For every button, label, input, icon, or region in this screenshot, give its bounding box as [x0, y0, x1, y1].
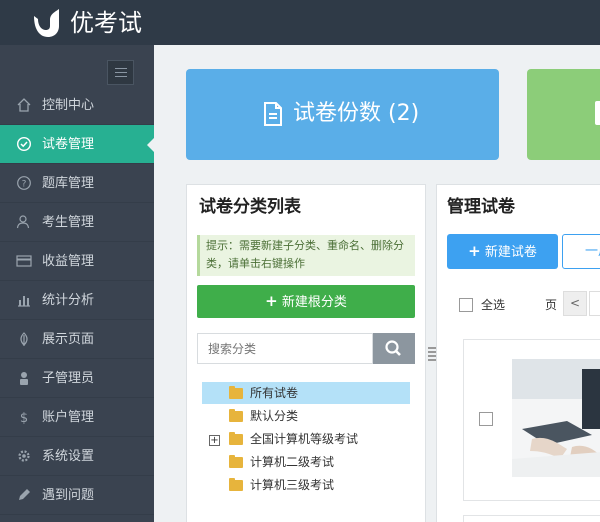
search-icon: [385, 340, 401, 356]
new-root-category-label: 新建根分类: [281, 295, 347, 310]
check-circle-icon: [16, 136, 32, 152]
paper-cover-image: [512, 359, 600, 477]
sidebar-item-label: 试卷管理: [42, 137, 95, 152]
paper-checkbox[interactable]: [479, 412, 493, 426]
leaf-icon: [20, 332, 28, 346]
tree-item-level-3[interactable]: 计算机三级考试: [202, 474, 410, 496]
folder-icon: [229, 386, 243, 399]
sidebar-item-label: 控制中心: [42, 98, 95, 113]
sidebar-item-paper-management[interactable]: 试卷管理: [0, 125, 155, 164]
sidebar-item-question-bank[interactable]: ? 题库管理: [0, 164, 154, 203]
sidebar-item-candidates[interactable]: 考生管理: [0, 203, 154, 242]
manage-panel-title: 管理试卷: [447, 197, 515, 217]
sidebar-item-label: 收益管理: [42, 254, 95, 269]
sidebar-item-settings[interactable]: 系统设置: [0, 437, 154, 476]
panel-resize-handle[interactable]: [428, 347, 436, 361]
paper-card[interactable]: [463, 339, 600, 501]
tree-item-label: 计算机三级考试: [250, 478, 335, 492]
folder-icon: [229, 409, 243, 422]
tree-item-label: 全国计算机等级考试: [250, 432, 359, 446]
page-number-input[interactable]: [589, 291, 600, 316]
tree-item-label: 所有试卷: [250, 386, 299, 400]
tree-item-national-exam[interactable]: 全国计算机等级考试: [202, 428, 410, 450]
sidebar-item-label: 子管理员: [42, 371, 95, 386]
sidebar-item-control-center[interactable]: 控制中心: [0, 86, 154, 125]
question-circle-icon: ?: [17, 176, 31, 190]
sidebar-item-help[interactable]: 遇到问题: [0, 476, 154, 515]
tree-item-label: 默认分类: [250, 409, 299, 423]
select-all-checkbox[interactable]: [459, 298, 473, 312]
document-icon: [264, 102, 282, 126]
category-panel-title: 试卷分类列表: [199, 197, 301, 217]
category-search-button[interactable]: [373, 333, 415, 364]
top-bar: 优考试: [0, 0, 600, 45]
sidebar-item-label: 统计分析: [42, 293, 95, 308]
menu-toggle-button[interactable]: [107, 60, 134, 85]
svg-text:$: $: [20, 411, 28, 425]
new-paper-button[interactable]: + 新建试卷: [447, 234, 558, 269]
folder-icon: [229, 432, 243, 445]
sidebar-item-label: 遇到问题: [42, 488, 95, 503]
dollar-icon: $: [20, 411, 28, 425]
manage-panel: 管理试卷 + 新建试卷 一用 全选 页 <: [436, 184, 600, 522]
sidebar-item-label: 系统设置: [42, 449, 95, 464]
sidebar: 控制中心 试卷管理 ? 题库管理 考生管理 收益管理 统计分析 展示页面 子管理…: [0, 45, 155, 522]
category-hint: 提示：需要新建子分类、重命名、删除分类，请单击右键操作: [197, 235, 415, 276]
sidebar-item-statistics[interactable]: 统计分析: [0, 281, 154, 320]
new-paper-label: 新建试卷: [484, 245, 537, 260]
select-all-label: 全选: [481, 298, 506, 312]
sidebar-item-label: 考生管理: [42, 215, 95, 230]
stat-card-green[interactable]: [527, 69, 600, 160]
new-root-category-button[interactable]: + 新建根分类: [197, 285, 415, 318]
tree-item-level-2[interactable]: 计算机二级考试: [202, 451, 410, 473]
sidebar-item-label: 题库管理: [42, 176, 95, 191]
prev-page-button[interactable]: <: [563, 291, 587, 316]
bar-chart-icon: [18, 296, 30, 307]
credit-card-icon: [16, 255, 32, 267]
sidebar-item-sub-admin[interactable]: 子管理员: [0, 359, 154, 398]
folder-icon: [229, 478, 243, 491]
page-label: 页: [545, 298, 558, 312]
paper-count-label: 试卷份数 (2): [293, 101, 420, 126]
batch-action-button[interactable]: 一用: [562, 234, 600, 269]
category-search-input[interactable]: [197, 333, 373, 364]
brand-name[interactable]: 优考试: [70, 8, 142, 38]
tree-item-default[interactable]: 默认分类: [202, 405, 410, 427]
tree-item-label: 计算机二级考试: [250, 455, 335, 469]
pencil-icon: [19, 489, 30, 500]
plus-icon: +: [468, 242, 481, 260]
sidebar-item-label: 展示页面: [42, 332, 95, 347]
logo-icon[interactable]: [28, 6, 62, 40]
plus-icon: +: [265, 292, 278, 310]
sidebar-item-account[interactable]: $ 账户管理: [0, 398, 154, 437]
mobile-icon: [595, 101, 600, 125]
sidebar-item-label: 账户管理: [42, 410, 95, 425]
paper-count-card[interactable]: 试卷份数 (2): [186, 69, 499, 160]
home-icon: [17, 98, 31, 112]
tree-item-all-papers[interactable]: 所有试卷: [202, 382, 410, 404]
svg-text:?: ?: [22, 180, 27, 190]
folder-icon: [229, 455, 243, 468]
user-lock-icon: [20, 372, 28, 385]
gear-icon: [18, 450, 30, 462]
paper-card[interactable]: [463, 515, 600, 522]
sidebar-item-display-page[interactable]: 展示页面: [0, 320, 154, 359]
users-icon: [16, 215, 30, 229]
sidebar-item-revenue[interactable]: 收益管理: [0, 242, 154, 281]
